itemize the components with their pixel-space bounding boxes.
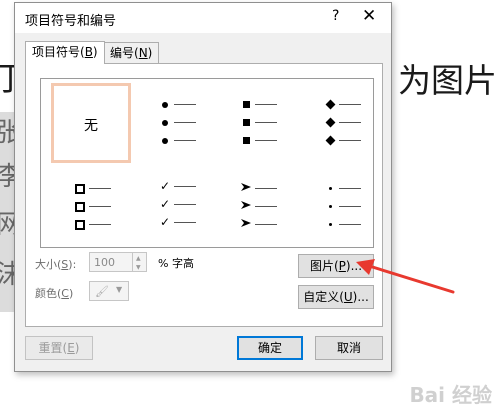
tab-accesskey: B xyxy=(84,45,93,59)
tab-label: 项目符号( xyxy=(32,45,85,59)
tab-label-suffix: ) xyxy=(92,45,98,59)
tab-bullets[interactable]: 项目符号(B) xyxy=(25,41,105,64)
